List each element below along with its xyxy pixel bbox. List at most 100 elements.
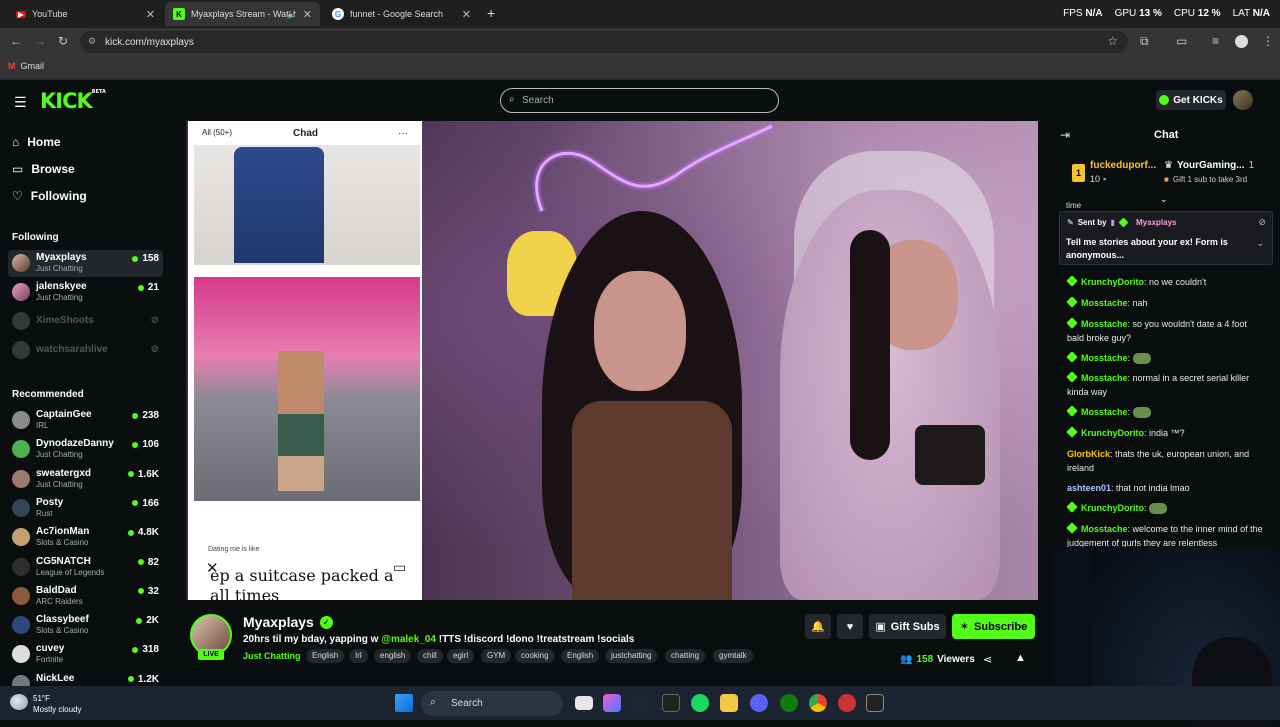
reading-list-icon[interactable]: ≡ [1212,34,1219,48]
chat-username[interactable]: GlorbKick [1067,449,1110,459]
discord-icon[interactable] [750,694,768,712]
recommended-channel[interactable]: CaptainGee IRL 238 [8,407,163,434]
chat-username[interactable]: KrunchyDorito [1081,277,1144,287]
close-icon[interactable]: ✕ [146,8,155,21]
subscribe-button[interactable]: ✶ Subscribe [952,614,1035,639]
sidebar-home[interactable]: ⌂ Home [12,135,61,149]
recommended-channel[interactable]: Posty Rust 166 [8,495,163,522]
gift-subs-button[interactable]: ▣ Gift Subs [869,614,946,639]
share-icon[interactable]: ⋖ [983,653,992,666]
chat-username[interactable]: KrunchyDorito [1081,503,1144,513]
bookmark-gmail[interactable]: M Gmail [8,61,44,71]
reload-icon[interactable]: ↻ [58,34,68,48]
site-info-icon[interactable]: ⚙ [88,36,96,47]
extensions-icon[interactable]: ⧉ [1140,34,1149,49]
recommended-channel[interactable]: DynodazeDanny Just Chatting 106 [8,436,163,463]
report-icon[interactable]: ▲ [1015,652,1026,664]
kick-logo[interactable]: KICKBETA [40,89,106,113]
stream-tag[interactable]: English [306,649,345,663]
xbox-icon[interactable] [780,694,798,712]
chat-username[interactable]: Mosstache [1081,373,1128,383]
stream-tag[interactable]: chill [417,649,443,663]
following-channel-ximeshoots[interactable]: XimeShoots ⊘ [8,308,163,335]
stream-tag[interactable]: cooking [515,649,555,663]
following-channel-jalenskyee[interactable]: jalenskyee Just Chatting 21 [8,279,163,306]
recommended-channel[interactable]: CG5NATCH League of Legends 82 [8,554,163,581]
stream-title-mention[interactable]: @malek_04 [381,634,436,645]
chat-username[interactable]: Mosstache [1081,298,1128,308]
chrome-icon[interactable] [809,694,827,712]
collapse-chat-icon[interactable]: ⇥ [1060,128,1070,142]
stream-category[interactable]: Just Chatting [243,651,301,661]
forward-icon[interactable]: → [34,34,46,48]
close-icon[interactable]: ✕ [303,8,312,21]
stream-tag[interactable]: english [374,649,412,663]
hamburger-menu-icon[interactable]: ☰ [14,94,27,111]
epic-games-icon[interactable] [662,694,680,712]
stream-tag[interactable]: gymtalk [713,649,753,663]
recommended-channel[interactable]: Classybeef Slots & Casino 2K [8,612,163,639]
bookmark-star-icon[interactable]: ☆ [1107,34,1118,48]
tab-myaxplays[interactable]: K Myaxplays Stream - Watch 🔈 ✕ [165,2,320,26]
gift-cta[interactable]: ■ Gift 1 sub to take 3rd [1164,175,1247,184]
chat-username[interactable]: Mosstache [1081,353,1128,363]
follow-button[interactable]: ♥ [837,614,863,639]
task-view-icon[interactable] [575,696,593,710]
close-icon[interactable]: ✕ [462,8,471,21]
file-explorer-icon[interactable] [720,694,738,712]
chat-username[interactable]: Mosstache [1081,524,1128,534]
taskbar-search[interactable]: ⌕ Search [421,691,563,716]
steam-icon[interactable] [631,694,649,712]
chat-username[interactable]: Mosstache [1081,319,1128,329]
streamer-name[interactable]: Myaxplays ✓ [243,614,333,630]
top-gifter-name[interactable]: fuckeduporf... [1090,160,1156,171]
speaker-icon[interactable]: 🔈 [287,9,298,20]
recommended-channel[interactable]: sweatergxd Just Chatting 1.6K [8,466,163,493]
lat-label: LAT [1232,8,1250,19]
weather-desc: Mostly cloudy [33,705,82,714]
weather-widget[interactable]: 51°F Mostly cloudy [33,693,81,715]
stream-tag[interactable]: English [561,649,600,663]
copilot-icon[interactable] [603,694,621,712]
stream-tag[interactable]: chatting [665,649,706,663]
recommended-channel[interactable]: Ac7ionMan Slots & Casino 4.8K [8,524,163,551]
menu-icon[interactable]: ⋮ [1262,34,1274,48]
recommended-channel[interactable]: cuvey Fortnite 318 [8,641,163,668]
expand-leaderboard-icon[interactable]: ⌄ [1160,194,1168,205]
profile-icon[interactable] [1235,35,1248,48]
sidebar-browse[interactable]: ▭ Browse [12,162,75,176]
following-channel-watchsarahlive[interactable]: watchsarahlive ⊘ [8,337,163,364]
stream-tag[interactable]: justchatting [605,649,658,663]
windows-start-icon[interactable] [395,694,413,712]
url-field[interactable]: ⚙ kick.com/myaxplays ☆ [80,31,1128,53]
tab-youtube[interactable]: ▶ YouTube ✕ [8,2,163,26]
chat-username[interactable]: KrunchyDorito [1081,428,1144,438]
chat-username[interactable]: Mosstache [1081,407,1128,417]
kicks-coin-icon [1159,95,1170,105]
stream-tag[interactable]: egirl [447,649,475,663]
home-icon: ⌂ [12,135,20,149]
pinned-message[interactable]: ✎ Sent by ▮ Myaxplays Tell me stories ab… [1059,211,1273,265]
stream-tag[interactable]: GYM [481,649,512,663]
chevron-down-icon[interactable]: ⌄ [1256,238,1264,249]
chat-username[interactable]: ashteen01 [1067,483,1111,493]
app-icon[interactable] [838,694,856,712]
sidebar-following[interactable]: ♡ Following [12,189,87,203]
get-kicks-button[interactable]: Get KICKs [1156,90,1226,110]
cast-icon[interactable]: ▭ [1176,34,1187,48]
spotify-icon[interactable] [691,694,709,712]
back-icon[interactable]: ← [10,34,22,48]
epic-games-icon-2[interactable] [866,694,884,712]
search-input[interactable]: ⌕ Search [500,88,779,113]
user-avatar[interactable] [1233,90,1253,110]
notification-bell-button[interactable]: 🔔 [805,614,831,639]
tab-google[interactable]: G funnet - Google Search ✕ [324,2,479,26]
following-channel-myaxplays[interactable]: Myaxplays Just Chatting 158 [8,250,163,277]
stream-tag[interactable]: Irl [349,649,368,663]
second-gifter[interactable]: ♛ YourGaming... 1 [1164,160,1254,171]
avatar [12,283,30,301]
unpin-icon[interactable]: ⊘ [1258,217,1266,228]
new-tab-icon[interactable]: + [487,5,495,21]
viewer-count-text: 2K [146,615,159,627]
recommended-channel[interactable]: BaldDad ARC Raiders 32 [8,583,163,610]
